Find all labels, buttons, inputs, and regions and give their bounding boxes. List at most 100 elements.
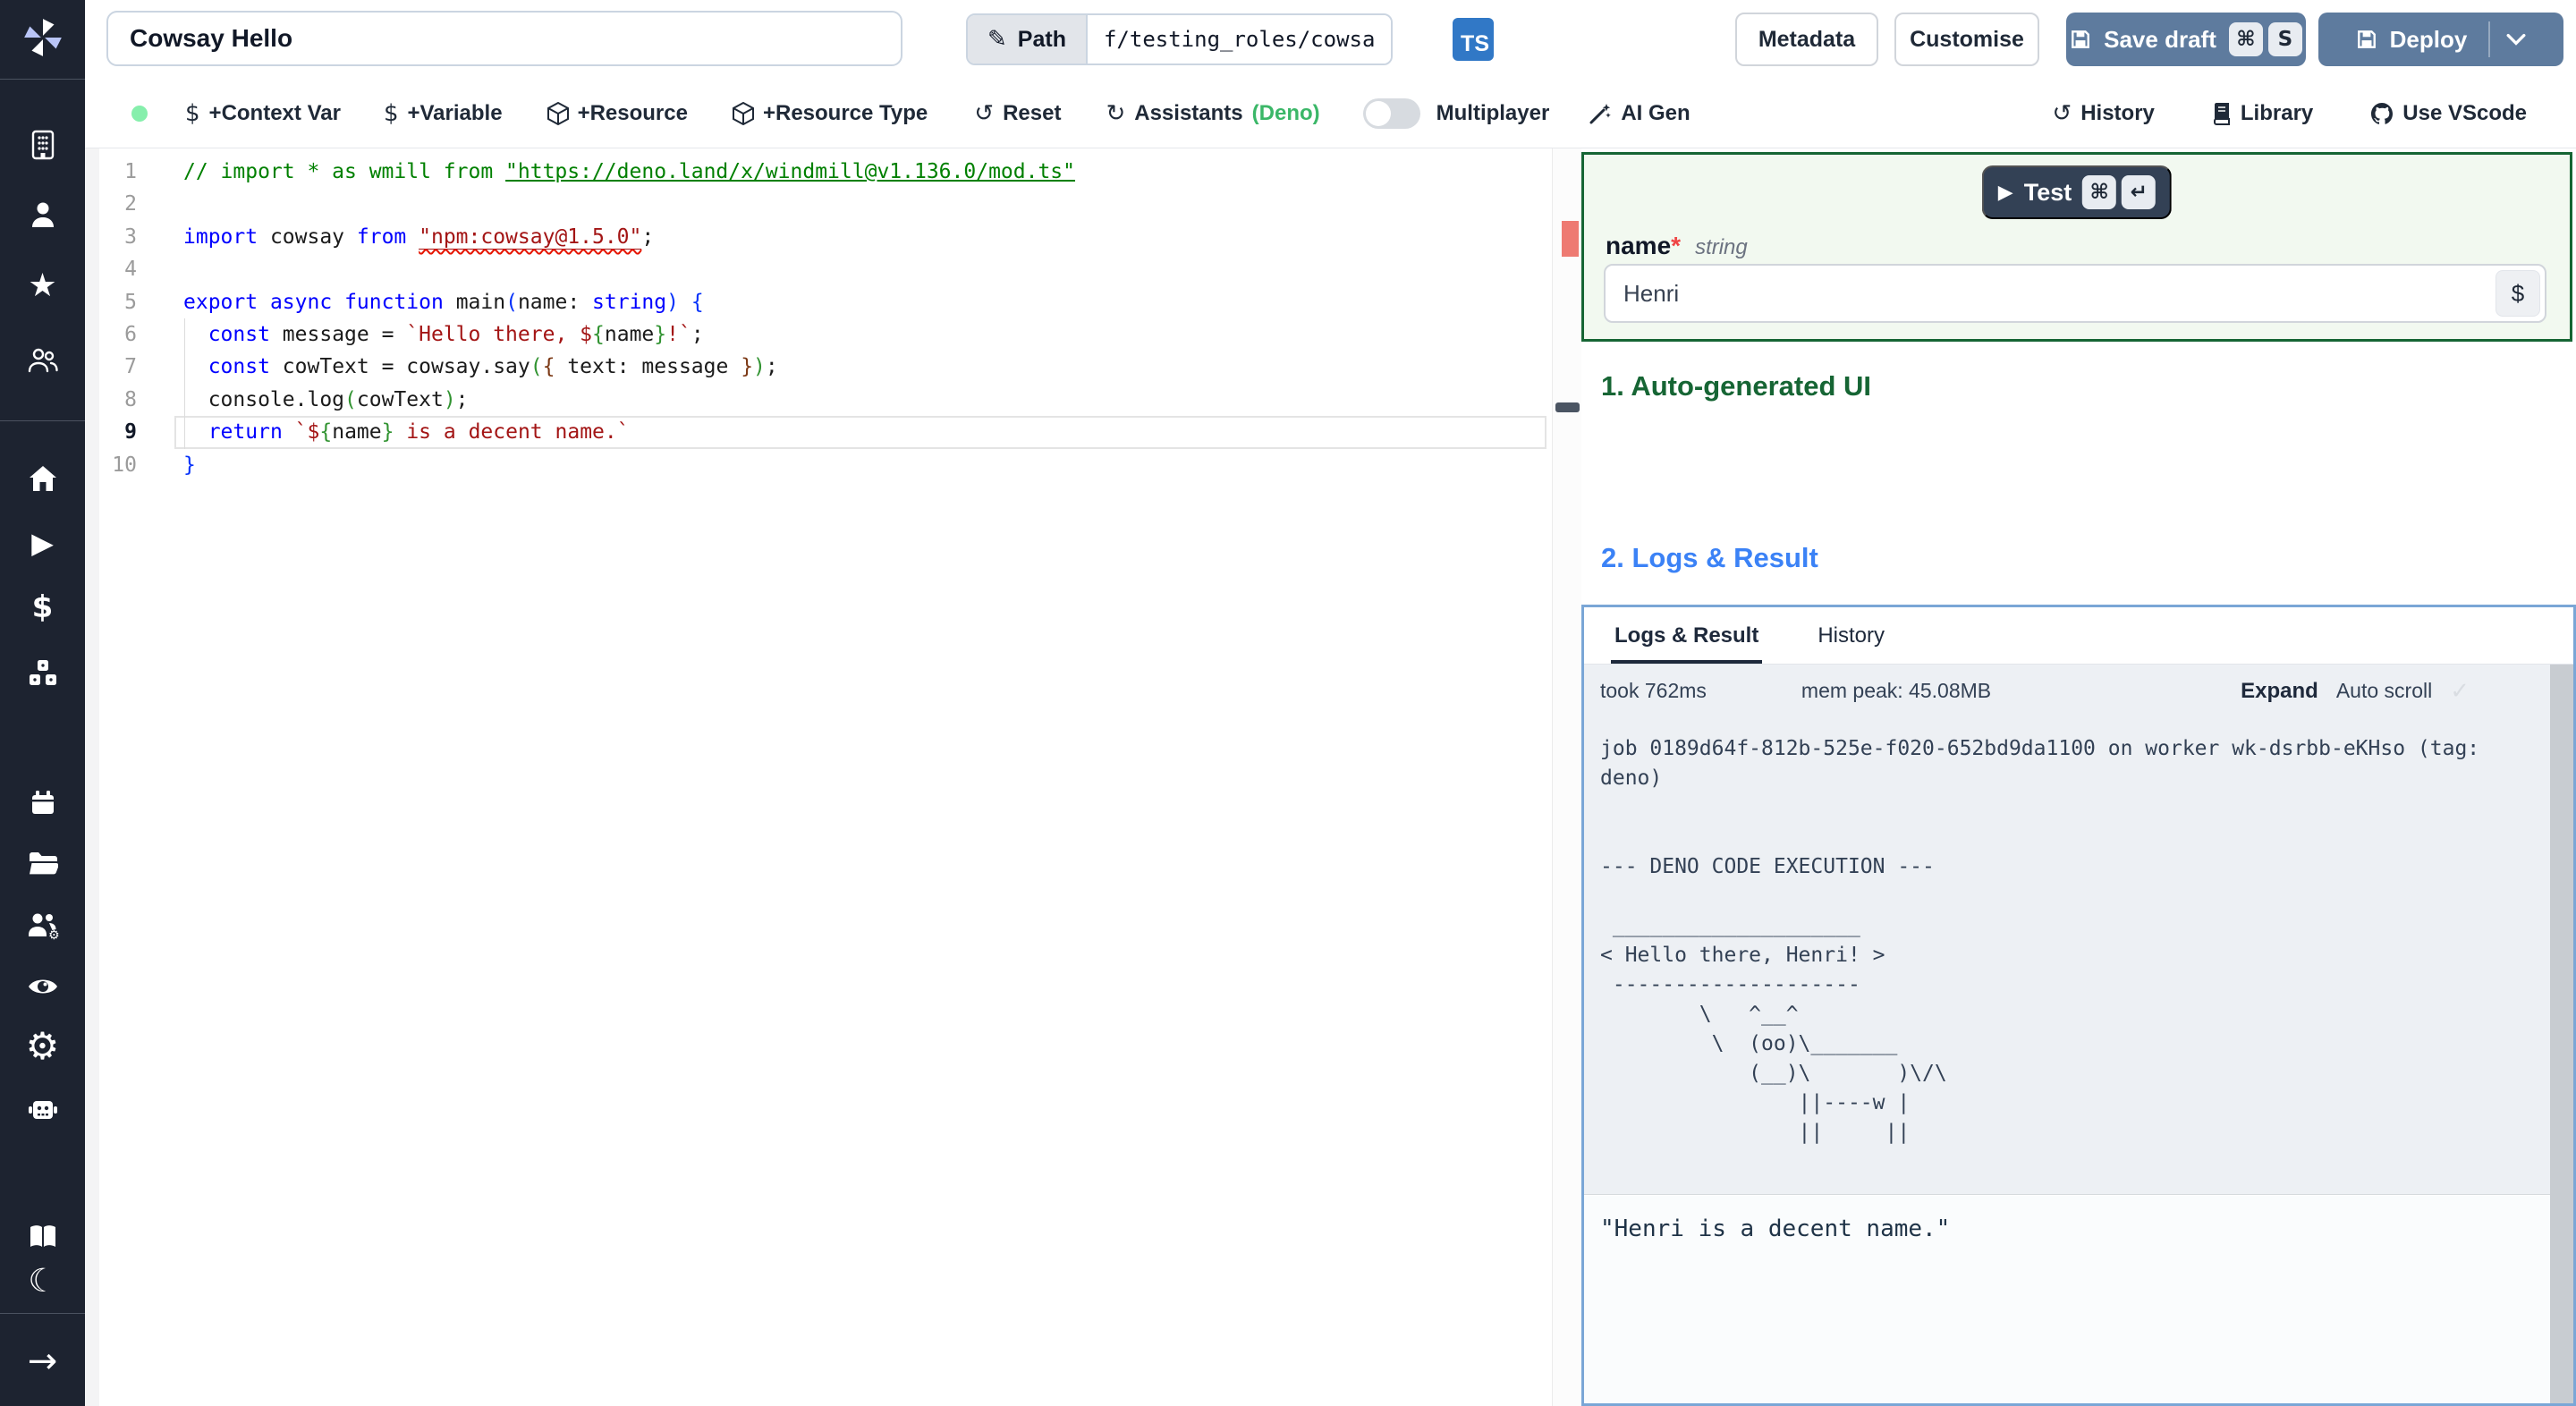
code-editor[interactable]: 1// import * as wmill from "https://deno… bbox=[85, 148, 1552, 1406]
test-button[interactable]: ▶ Test ⌘ ↵ bbox=[1981, 165, 2173, 219]
code-line[interactable]: 9 return `${name} is a decent name.` bbox=[85, 416, 1552, 449]
line-number: 9 bbox=[124, 420, 137, 445]
dollar-icon: $ bbox=[31, 589, 54, 625]
code-line[interactable]: 7 const cowText = cowsay.say({ text: mes… bbox=[85, 351, 1552, 383]
variable-picker-button[interactable]: $ bbox=[2496, 270, 2540, 317]
add-resource-button[interactable]: +Resource bbox=[547, 101, 688, 126]
sidebar-item-favorites[interactable]: ★ bbox=[0, 268, 85, 304]
library-book-icon bbox=[2213, 103, 2230, 125]
path-chip[interactable]: ✎ Path f/testing_roles/cowsa bbox=[966, 13, 1394, 65]
cubes-icon bbox=[29, 660, 56, 685]
sidebar-item-folders[interactable] bbox=[0, 845, 85, 881]
save-icon bbox=[2072, 30, 2090, 48]
add-context-var-button[interactable]: $ +Context Var bbox=[185, 100, 341, 127]
sidebar-item-runs[interactable]: ▶ bbox=[0, 525, 85, 561]
code-line[interactable]: 2 bbox=[85, 188, 1552, 220]
sidebar-divider bbox=[0, 420, 85, 421]
line-number: 10 bbox=[112, 453, 137, 477]
sidebar-item-workspace[interactable] bbox=[0, 127, 85, 163]
sidebar-divider bbox=[0, 79, 85, 80]
add-variable-button[interactable]: $ +Variable bbox=[384, 100, 503, 127]
line-number: 2 bbox=[124, 192, 137, 216]
sidebar-item-schedules[interactable] bbox=[0, 785, 85, 821]
path-label: ✎ Path bbox=[968, 15, 1086, 64]
history-button[interactable]: ↺ History bbox=[2052, 100, 2154, 127]
code-line[interactable]: 6 const message = `Hello there, ${name}!… bbox=[85, 318, 1552, 351]
sidebar-item-ai[interactable] bbox=[0, 1092, 85, 1128]
result-pane: "Henri is a decent name." bbox=[1584, 1196, 2573, 1403]
package-icon bbox=[547, 101, 569, 125]
arg-name-input[interactable] bbox=[1604, 264, 2546, 323]
deploy-button[interactable]: Deploy bbox=[2318, 13, 2563, 66]
eye-icon bbox=[28, 979, 57, 994]
assistants-button[interactable]: ↻ Assistants (Deno) bbox=[1106, 100, 1319, 127]
book-open-icon bbox=[30, 1225, 55, 1247]
sidebar-item-docs[interactable] bbox=[0, 1219, 85, 1255]
save-draft-button[interactable]: Save draft ⌘ S bbox=[2066, 13, 2306, 66]
code-line[interactable]: 4 bbox=[85, 253, 1552, 285]
typescript-badge: TS bbox=[1453, 18, 1494, 61]
sidebar-item-groups[interactable] bbox=[0, 342, 85, 377]
windmill-logo[interactable] bbox=[0, 13, 85, 63]
code-line[interactable]: 10} bbox=[85, 449, 1552, 481]
expand-button[interactable]: Expand bbox=[2241, 679, 2318, 704]
section-logs-result: 2. Logs & Result bbox=[1601, 542, 1818, 573]
log-output: job 0189d64f-812b-525e-f020-652bd9da1100… bbox=[1600, 737, 2480, 1144]
script-title-input[interactable] bbox=[106, 11, 902, 66]
toggle-knob bbox=[1365, 100, 1391, 126]
code-line[interactable]: 1// import * as wmill from "https://deno… bbox=[85, 156, 1552, 188]
sidebar-item-variables[interactable]: $ bbox=[0, 589, 85, 625]
tab-logs-result[interactable]: Logs & Result bbox=[1611, 607, 1763, 664]
line-number: 1 bbox=[124, 160, 137, 183]
robot-icon bbox=[28, 1101, 57, 1119]
user-icon bbox=[31, 202, 54, 227]
chevron-down-icon[interactable] bbox=[2506, 33, 2526, 46]
reset-button[interactable]: ↺ Reset bbox=[974, 100, 1061, 127]
indent-guide bbox=[184, 318, 185, 449]
play-icon: ▶ bbox=[1997, 181, 2013, 204]
save-draft-shortcut: ⌘ S bbox=[2228, 22, 2302, 56]
library-button[interactable]: Library bbox=[2212, 101, 2313, 126]
tab-history[interactable]: History bbox=[1814, 607, 1888, 664]
logs-scrollbar[interactable] bbox=[2550, 665, 2573, 1403]
sidebar-item-user[interactable] bbox=[0, 197, 85, 233]
sidebar-item-settings[interactable]: ⚙ bbox=[0, 1028, 85, 1065]
scrollbar-thumb[interactable] bbox=[1555, 402, 1580, 412]
history-icon: ↺ bbox=[2052, 100, 2072, 127]
code-line[interactable]: 3 import cowsay from "npm:cowsay@1.5.0"; bbox=[85, 221, 1552, 253]
reset-icon: ↺ bbox=[974, 99, 995, 127]
autoscroll-toggle[interactable]: Auto scroll bbox=[2336, 679, 2432, 703]
sidebar-item-resources[interactable] bbox=[0, 656, 85, 691]
users-gear-icon: ⚙ bbox=[28, 913, 59, 940]
code-lines: 1// import * as wmill from "https://deno… bbox=[85, 156, 1552, 481]
ai-gen-button[interactable]: AI Gen bbox=[1589, 101, 1690, 126]
multiplayer-toggle[interactable] bbox=[1362, 97, 1420, 129]
section-auto-generated-ui: 1. Auto-generated UI bbox=[1601, 370, 1871, 402]
metadata-button[interactable]: Metadata bbox=[1735, 13, 1878, 66]
path-value[interactable]: f/testing_roles/cowsa bbox=[1085, 15, 1392, 64]
check-icon: ✓ bbox=[2450, 677, 2470, 704]
pencil-icon: ✎ bbox=[987, 26, 1007, 53]
error-marker bbox=[1562, 221, 1579, 257]
sidebar-expand-button[interactable]: → bbox=[0, 1343, 85, 1379]
star-icon: ★ bbox=[28, 267, 57, 304]
customise-button[interactable]: Customise bbox=[1894, 13, 2039, 66]
sidebar-item-workers[interactable]: ⚙ bbox=[0, 908, 85, 944]
sidebar-item-dark-mode[interactable]: ☾ bbox=[0, 1264, 85, 1300]
use-vscode-button[interactable]: Use VScode bbox=[2370, 101, 2527, 126]
sidebar-item-home[interactable] bbox=[0, 461, 85, 496]
svg-text:⚙: ⚙ bbox=[48, 928, 59, 940]
kbd-chip: ⌘ bbox=[2082, 175, 2117, 209]
args-form: ▶ Test ⌘↵ name* string $ bbox=[1581, 152, 2572, 342]
kbd-chip: ⌘ bbox=[2228, 22, 2263, 56]
dollar-icon: $ bbox=[383, 99, 399, 127]
code-line[interactable]: 8 console.log(cowText); bbox=[85, 384, 1552, 416]
code-line[interactable]: 5 export async function main(name: string… bbox=[85, 286, 1552, 318]
result-value: "Henri is a decent name." bbox=[1600, 1215, 1951, 1242]
line-number: 6 bbox=[124, 322, 137, 346]
editor-overview-ruler bbox=[1552, 148, 1581, 1406]
arg-label-row: name * string bbox=[1606, 232, 1748, 260]
multiplayer-label: Multiplayer bbox=[1436, 100, 1550, 125]
add-resource-type-button[interactable]: +Resource Type bbox=[732, 101, 928, 126]
sidebar-item-audit-logs[interactable] bbox=[0, 969, 85, 1004]
